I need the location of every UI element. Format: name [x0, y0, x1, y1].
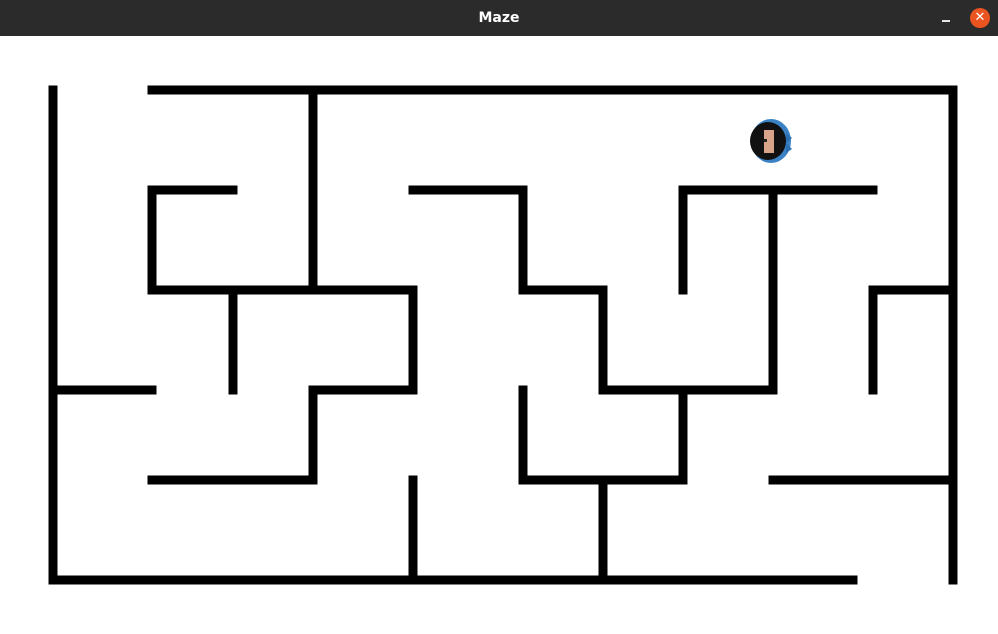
titlebar: Maze ✕: [0, 0, 998, 36]
close-icon: ✕: [974, 10, 986, 25]
minimize-icon: [942, 20, 950, 22]
maze-walls: [48, 85, 958, 585]
window-title: Maze: [478, 10, 520, 26]
player-hair: [762, 125, 776, 130]
player-sprite-icon: [750, 119, 792, 163]
maze-window: Maze ✕: [0, 0, 998, 634]
player-eye: [764, 139, 767, 142]
minimize-button[interactable]: [934, 8, 958, 28]
game-canvas[interactable]: [0, 36, 998, 634]
close-button[interactable]: ✕: [970, 8, 990, 28]
maze-board: [48, 85, 958, 585]
